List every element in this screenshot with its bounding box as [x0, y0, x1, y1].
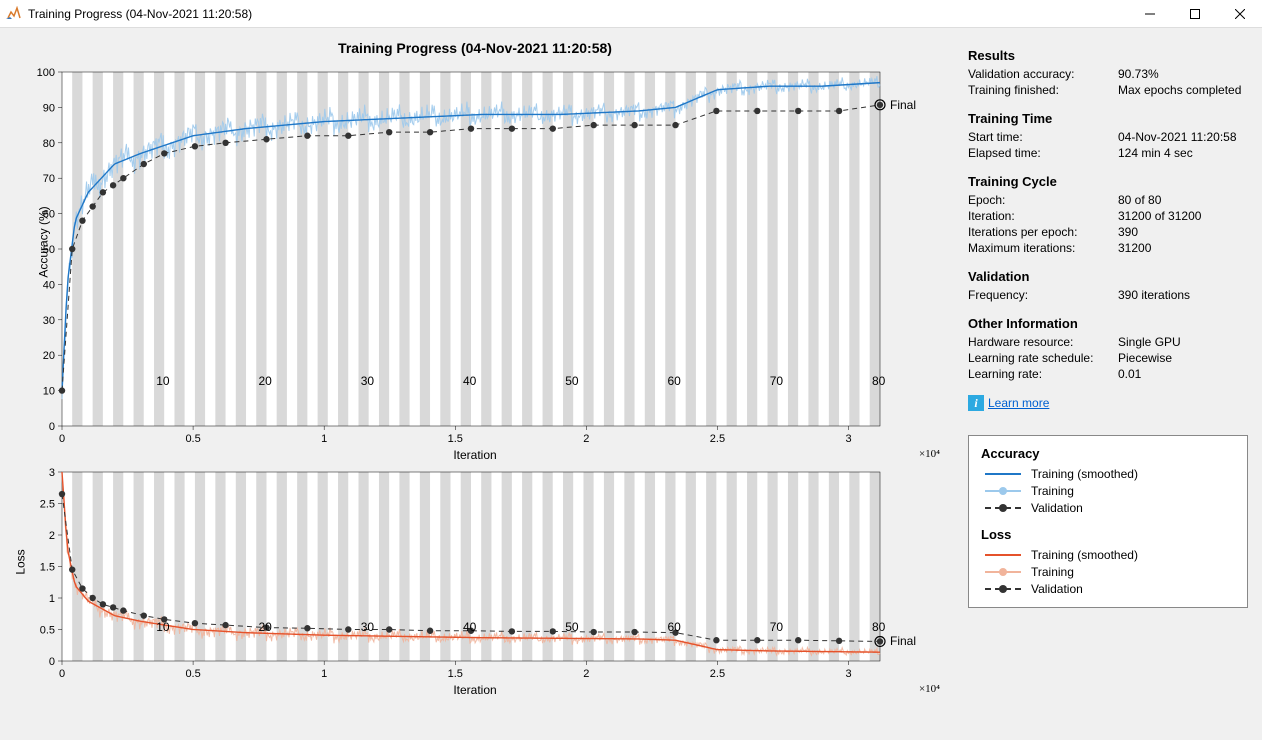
legend-accuracy-header: Accuracy — [981, 446, 1235, 461]
val-accuracy-row: Validation accuracy:90.73% — [968, 67, 1244, 81]
svg-text:1.5: 1.5 — [448, 668, 463, 680]
training-cycle-header: Training Cycle — [968, 174, 1244, 189]
svg-text:3: 3 — [49, 467, 55, 479]
max-iterations-row: Maximum iterations:31200 — [968, 241, 1244, 255]
svg-text:10: 10 — [43, 386, 55, 398]
close-button[interactable] — [1217, 0, 1262, 28]
hardware-row: Hardware resource:Single GPU — [968, 335, 1244, 349]
svg-text:1.5: 1.5 — [448, 433, 463, 445]
accuracy-chart[interactable]: Accuracy (%) 010203040506070809010000.51… — [0, 62, 950, 462]
svg-text:3: 3 — [845, 433, 851, 445]
loss-final-label: Final — [890, 634, 916, 648]
legend-box: Accuracy Training (smoothed) Training Va… — [968, 435, 1248, 608]
learn-more-link[interactable]: Learn more — [988, 396, 1049, 410]
svg-text:1: 1 — [321, 668, 327, 680]
svg-text:70: 70 — [43, 173, 55, 185]
svg-text:1: 1 — [321, 433, 327, 445]
learn-more-row: i Learn more — [968, 395, 1244, 411]
line-icon — [981, 548, 1025, 562]
side-panel: Results Validation accuracy:90.73% Train… — [950, 28, 1262, 740]
frequency-row: Frequency:390 iterations — [968, 288, 1244, 302]
svg-text:0: 0 — [59, 433, 65, 445]
line-dot-icon — [981, 484, 1025, 498]
accuracy-x-label: Iteration — [453, 448, 496, 462]
loss-x-label: Iteration — [453, 683, 496, 697]
svg-text:30: 30 — [43, 315, 55, 327]
accuracy-plot-svg: 010203040506070809010000.511.522.53 — [0, 62, 940, 462]
svg-text:2.5: 2.5 — [710, 433, 725, 445]
accuracy-x-exponent: ×10⁴ — [919, 448, 940, 460]
legend-loss-valid: Validation — [981, 582, 1235, 596]
loss-y-label: Loss — [14, 549, 28, 574]
svg-text:100: 100 — [37, 67, 55, 79]
legend-loss-train: Training — [981, 565, 1235, 579]
dashed-dot-icon — [981, 582, 1025, 596]
accuracy-final-label: Final — [890, 98, 916, 112]
training-finished-row: Training finished:Max epochs completed — [968, 83, 1244, 97]
maximize-button[interactable] — [1172, 0, 1217, 28]
line-icon — [981, 467, 1025, 481]
plot-area: Training Progress (04-Nov-2021 11:20:58)… — [0, 28, 950, 740]
svg-text:2.5: 2.5 — [40, 499, 55, 511]
svg-text:2.5: 2.5 — [710, 668, 725, 680]
content-area: Training Progress (04-Nov-2021 11:20:58)… — [0, 28, 1262, 740]
svg-text:0: 0 — [49, 421, 55, 433]
svg-text:0: 0 — [59, 668, 65, 680]
legend-acc-valid: Validation — [981, 501, 1235, 515]
window-title: Training Progress (04-Nov-2021 11:20:58) — [28, 7, 1127, 21]
plot-title: Training Progress (04-Nov-2021 11:20:58) — [0, 40, 950, 56]
svg-text:2: 2 — [49, 530, 55, 542]
svg-text:20: 20 — [43, 350, 55, 362]
minimize-button[interactable] — [1127, 0, 1172, 28]
info-icon: i — [968, 395, 984, 411]
accuracy-y-label: Accuracy (%) — [37, 206, 51, 277]
svg-text:2: 2 — [583, 668, 589, 680]
validation-header: Validation — [968, 269, 1244, 284]
lr-schedule-row: Learning rate schedule:Piecewise — [968, 351, 1244, 365]
loss-plot-svg: 0 0.5 1 1.5 2 2.5 3 0 0.5 1 1.5 2 2.5 3 — [0, 462, 940, 697]
svg-text:1: 1 — [49, 593, 55, 605]
svg-text:90: 90 — [43, 102, 55, 114]
epoch-row: Epoch:80 of 80 — [968, 193, 1244, 207]
dashed-dot-icon — [981, 501, 1025, 515]
matlab-icon — [6, 6, 22, 22]
svg-text:0.5: 0.5 — [185, 668, 200, 680]
window-controls — [1127, 0, 1262, 28]
svg-text:0.5: 0.5 — [185, 433, 200, 445]
elapsed-time-row: Elapsed time:124 min 4 sec — [968, 146, 1244, 160]
svg-text:3: 3 — [845, 668, 851, 680]
loss-x-exponent: ×10⁴ — [919, 683, 940, 695]
svg-text:0: 0 — [49, 656, 55, 668]
title-bar: Training Progress (04-Nov-2021 11:20:58) — [0, 0, 1262, 28]
svg-text:2: 2 — [583, 433, 589, 445]
svg-text:1.5: 1.5 — [40, 562, 55, 574]
svg-text:0.5: 0.5 — [40, 625, 55, 637]
iteration-row: Iteration:31200 of 31200 — [968, 209, 1244, 223]
svg-text:80: 80 — [43, 138, 55, 150]
training-time-header: Training Time — [968, 111, 1244, 126]
lr-row: Learning rate:0.01 — [968, 367, 1244, 381]
iter-per-epoch-row: Iterations per epoch:390 — [968, 225, 1244, 239]
legend-loss-header: Loss — [981, 527, 1235, 542]
line-dot-icon — [981, 565, 1025, 579]
results-header: Results — [968, 48, 1244, 63]
legend-loss-train-smooth: Training (smoothed) — [981, 548, 1235, 562]
legend-acc-train-smooth: Training (smoothed) — [981, 467, 1235, 481]
legend-acc-train: Training — [981, 484, 1235, 498]
start-time-row: Start time:04-Nov-2021 11:20:58 — [968, 130, 1244, 144]
loss-chart[interactable]: Loss 00.511.522.5300.511.522.53 10203040… — [0, 462, 950, 697]
other-info-header: Other Information — [968, 316, 1244, 331]
svg-text:40: 40 — [43, 279, 55, 291]
